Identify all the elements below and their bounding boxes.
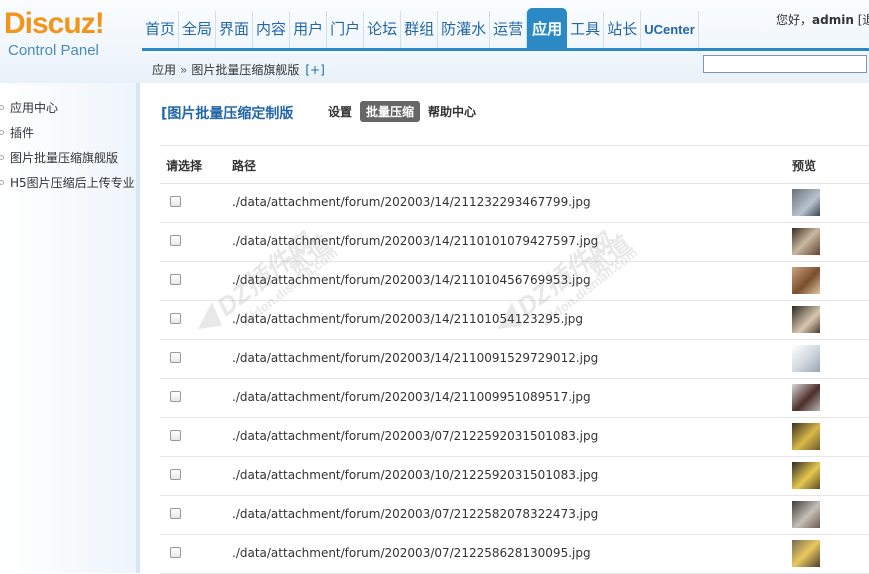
nav-item-0[interactable]: 首页 bbox=[142, 11, 180, 48]
table-row: ./data/attachment/forum/202003/14/211232… bbox=[160, 184, 869, 223]
username[interactable]: admin bbox=[812, 13, 854, 27]
logo-subtitle: Control Panel bbox=[8, 42, 99, 59]
preview-thumbnail[interactable] bbox=[792, 267, 820, 294]
nav-item-13[interactable]: UCenter bbox=[641, 11, 699, 48]
bullet-icon bbox=[0, 180, 4, 185]
row-checkbox[interactable] bbox=[170, 547, 181, 558]
nav-item-12[interactable]: 站长 bbox=[604, 11, 642, 48]
nav-item-5[interactable]: 门户 bbox=[327, 11, 365, 48]
preview-thumbnail[interactable] bbox=[792, 228, 820, 255]
table-row: ./data/attachment/forum/202003/14/211009… bbox=[160, 379, 869, 418]
sidebar-item-label: 应用中心 bbox=[10, 101, 59, 115]
file-path: ./data/attachment/forum/202003/07/212258… bbox=[232, 546, 591, 560]
logout-link[interactable]: [退 bbox=[858, 13, 869, 27]
tab-0[interactable]: 设置 bbox=[322, 101, 358, 122]
column-preview: 预览 bbox=[792, 159, 817, 173]
table-row: ./data/attachment/forum/202003/07/212258… bbox=[160, 535, 869, 574]
file-path: ./data/attachment/forum/202003/14/211009… bbox=[232, 390, 591, 404]
nav-item-10[interactable]: 应用 bbox=[527, 8, 568, 48]
sidebar-item-label: H5图片压缩后上传专业 bbox=[10, 176, 135, 190]
file-path: ./data/attachment/forum/202003/14/211010… bbox=[232, 234, 599, 248]
breadcrumb: 应用 » 图片批量压缩旗舰版 [+] bbox=[152, 61, 325, 78]
preview-thumbnail[interactable] bbox=[792, 345, 820, 372]
nav-item-9[interactable]: 运营 bbox=[490, 11, 528, 48]
table-row: ./data/attachment/forum/202003/14/211010… bbox=[160, 301, 869, 340]
table-row: ./data/attachment/forum/202003/07/212259… bbox=[160, 418, 869, 457]
row-checkbox[interactable] bbox=[170, 508, 181, 519]
sidebar-item-2[interactable]: 图片批量压缩旗舰版 bbox=[0, 148, 118, 168]
file-path: ./data/attachment/forum/202003/07/212258… bbox=[232, 507, 599, 521]
breadcrumb-separator: » bbox=[180, 63, 188, 77]
row-checkbox[interactable] bbox=[170, 430, 181, 441]
nav-item-11[interactable]: 工具 bbox=[567, 11, 605, 48]
preview-thumbnail[interactable] bbox=[792, 501, 820, 528]
tab-2[interactable]: 帮助中心 bbox=[422, 101, 482, 122]
tab-1[interactable]: 批量压缩 bbox=[360, 101, 421, 122]
nav-item-8[interactable]: 防灌水 bbox=[438, 11, 491, 48]
bullet-icon bbox=[0, 130, 4, 135]
row-checkbox[interactable] bbox=[170, 196, 181, 207]
plugin-tabs: 设置 批量压缩 帮助中心 bbox=[322, 101, 484, 122]
main-content: [图片批量压缩定制版 设置 批量压缩 帮助中心 请选择 路径 预览 ./data/a… bbox=[144, 83, 869, 574]
file-path: ./data/attachment/forum/202003/14/211010… bbox=[232, 273, 591, 287]
image-table: 请选择 路径 预览 ./data/attachment/forum/202003… bbox=[160, 145, 869, 574]
add-shortcut-button[interactable]: [+] bbox=[305, 63, 324, 77]
sidebar-item-label: 图片批量压缩旗舰版 bbox=[10, 151, 119, 165]
preview-thumbnail[interactable] bbox=[792, 462, 820, 489]
sidebar-item-1[interactable]: 插件 bbox=[0, 123, 34, 143]
preview-thumbnail[interactable] bbox=[792, 189, 820, 216]
row-checkbox[interactable] bbox=[170, 235, 181, 246]
table-row: ./data/attachment/forum/202003/14/211009… bbox=[160, 340, 869, 379]
table-header: 请选择 路径 预览 bbox=[160, 145, 869, 184]
breadcrumb-root[interactable]: 应用 bbox=[152, 63, 176, 77]
preview-thumbnail[interactable] bbox=[792, 384, 820, 411]
row-checkbox[interactable] bbox=[170, 469, 181, 480]
preview-thumbnail[interactable] bbox=[792, 306, 820, 333]
table-body: ./data/attachment/forum/202003/14/211232… bbox=[160, 184, 869, 574]
logo-brand: Discuz! bbox=[4, 7, 105, 40]
table-row: ./data/attachment/forum/202003/14/211010… bbox=[160, 223, 869, 262]
nav-item-7[interactable]: 群组 bbox=[401, 11, 439, 48]
file-path: ./data/attachment/forum/202003/14/211232… bbox=[232, 195, 591, 209]
bullet-icon bbox=[0, 155, 4, 160]
file-path: ./data/attachment/forum/202003/14/211010… bbox=[232, 312, 583, 326]
plugin-title: [图片批量压缩定制版 bbox=[161, 106, 294, 122]
row-checkbox[interactable] bbox=[170, 391, 181, 402]
file-path: ./data/attachment/forum/202003/14/211009… bbox=[232, 351, 599, 365]
table-row: ./data/attachment/forum/202003/14/211010… bbox=[160, 262, 869, 301]
column-path: 路径 bbox=[232, 159, 257, 173]
nav-item-3[interactable]: 内容 bbox=[253, 11, 291, 48]
file-path: ./data/attachment/forum/202003/10/212259… bbox=[232, 468, 599, 482]
nav-item-4[interactable]: 用户 bbox=[290, 11, 328, 48]
sidebar: 应用中心插件图片批量压缩旗舰版 H5图片压缩后上传专业 bbox=[0, 83, 140, 573]
discuz-logo[interactable]: Discuz! Control Panel bbox=[4, 8, 132, 68]
preview-thumbnail[interactable] bbox=[792, 540, 820, 567]
row-checkbox[interactable] bbox=[170, 313, 181, 324]
search-input[interactable] bbox=[703, 55, 867, 73]
nav-item-6[interactable]: 论坛 bbox=[364, 11, 402, 48]
row-checkbox[interactable] bbox=[170, 274, 181, 285]
row-checkbox[interactable] bbox=[170, 352, 181, 363]
header: Discuz! Control Panel 首页 全局 界面 内容 用户 门户 论坛 群组 防灌… bbox=[0, 0, 869, 83]
sidebar-item-label: 插件 bbox=[10, 126, 35, 140]
preview-thumbnail[interactable] bbox=[792, 423, 820, 450]
column-select: 请选择 bbox=[166, 159, 203, 173]
main-nav: 首页 全局 界面 内容 用户 门户 论坛 群组 防灌水 运营 应用 工具 站长 UCenter bbox=[142, 8, 699, 48]
bullet-icon bbox=[0, 105, 4, 110]
nav-item-1[interactable]: 全局 bbox=[179, 11, 217, 48]
table-row: ./data/attachment/forum/202003/10/212259… bbox=[160, 457, 869, 496]
sidebar-item-0[interactable]: 应用中心 bbox=[0, 98, 58, 118]
breadcrumb-current: 图片批量压缩旗舰版 bbox=[191, 63, 300, 77]
nav-item-2[interactable]: 界面 bbox=[216, 11, 254, 48]
file-path: ./data/attachment/forum/202003/07/212259… bbox=[232, 429, 599, 443]
breadcrumb-bar: 应用 » 图片批量压缩旗舰版 [+] bbox=[142, 51, 869, 83]
table-row: ./data/attachment/forum/202003/07/212258… bbox=[160, 496, 869, 535]
user-greeting: 您好，admin [退 bbox=[776, 11, 869, 28]
sidebar-item-3[interactable]: H5图片压缩后上传专业 bbox=[0, 173, 135, 193]
